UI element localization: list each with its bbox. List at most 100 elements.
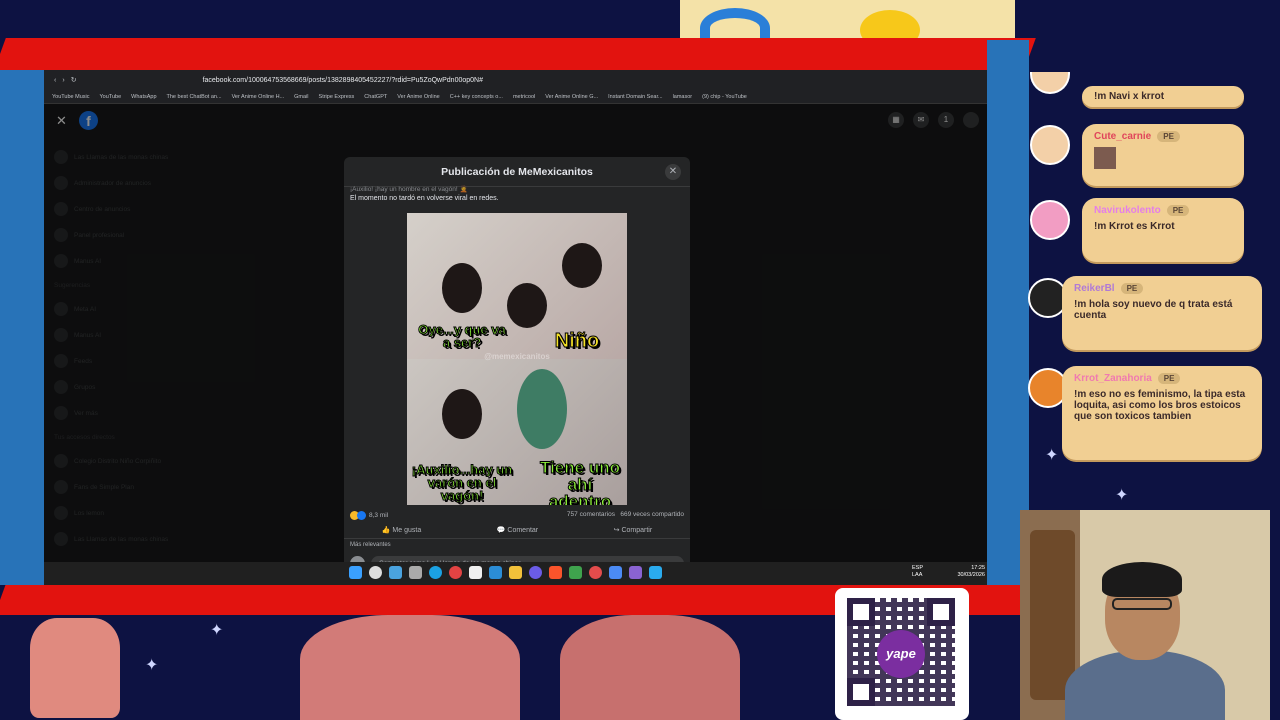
app-icon[interactable] [389,566,402,579]
meme-figure [442,389,482,439]
like-reaction-icon [357,511,366,520]
chat-avatar [1030,72,1070,94]
windows-taskbar: ESP LAA 17:25 30/03/2026 [44,562,987,585]
obs-icon[interactable] [589,566,602,579]
bookmark-item[interactable]: Ver Anime Online G... [545,94,598,100]
bookmark-item[interactable]: (9) chip - YouTube [702,94,747,100]
chat-text: !m Navi x krrot [1082,86,1244,107]
comment-button[interactable]: 💬 Comentar [497,526,538,534]
star-icon: ✦ [1115,487,1129,504]
bookmark-item[interactable]: Instant Domain Sear... [608,94,662,100]
vscode-icon[interactable] [489,566,502,579]
post-text-cut: ¡Auxilio! ¡hay un hombre en el vagón! 🤦 [350,186,468,193]
bookmark-item[interactable]: Stripe Express [319,94,355,100]
background-art [300,615,520,720]
qr-finder [927,598,955,626]
post-modal: Publicación de MeMexicanitos ✕ ¡Auxilio!… [344,157,690,585]
overlay-frame-left [0,70,44,585]
bookmark-item[interactable]: C++ key concepts o... [450,94,503,100]
bookmark-item[interactable]: lamasor [673,94,693,100]
meme-caption: ¡Auxilio...hay un varón en el vagón! [411,462,513,503]
streamer [1065,650,1225,720]
chat-username: Navirukolento PE [1094,205,1232,216]
reload-icon[interactable]: ↻ [71,76,77,84]
qr-finder [847,598,875,626]
url-bar[interactable]: facebook.com/100064753568669/posts/13828… [203,77,483,84]
post-description: El momento no tardó en volverse viral en… [350,195,499,202]
file-icon[interactable] [469,566,482,579]
chat-avatar [1030,200,1070,240]
comment-count[interactable]: 757 comentarios [567,511,615,518]
search-icon[interactable] [369,566,382,579]
star-icon: ✦ [1045,447,1059,464]
forward-icon[interactable]: › [62,77,64,84]
captured-screen: ‹ › ↻ facebook.com/100064753568669/posts… [44,70,987,585]
bookmark-item[interactable]: Ver Anime Online [397,94,440,100]
language-indicator[interactable]: ESP LAA [912,565,923,579]
meme-figure [442,263,482,313]
chat-message: !m Navi x krrot [1082,86,1244,107]
bookmark-item[interactable]: WhatsApp [131,94,156,100]
chat-username: Krrot_Zanahoria PE [1074,373,1250,384]
meme-caption: Tiene uno ahí adentro [540,458,621,506]
close-modal-button[interactable]: ✕ [665,164,681,180]
start-icon[interactable] [349,566,362,579]
brave-icon[interactable] [549,566,562,579]
bookmark-item[interactable]: Ver Anime Online H... [232,94,285,100]
chat-message: Cute_carnie PE [1082,124,1244,186]
chat-badge: PE [1157,373,1181,384]
modal-title: Publicación de MeMexicanitos [344,157,690,187]
overlay-stripe-top [0,38,1036,70]
meme-panel-bottom: ¡Auxilio...hay un varón en el vagón! Tie… [407,359,627,505]
chat-username: Cute_carnie PE [1094,131,1232,142]
meme-image[interactable]: Oye...y que va a ser? Niño ¡Auxilio...ha… [407,213,627,505]
meme-figure [507,283,547,328]
bookmark-item[interactable]: ChatGPT [364,94,387,100]
like-button[interactable]: 👍 Me gusta [382,526,421,534]
post-stats: 757 comentarios 669 veces compartido [567,511,684,518]
qr-finder [847,678,875,706]
meme-figure [562,243,602,288]
telegram-icon[interactable] [649,566,662,579]
background-art [560,615,740,720]
app-icon[interactable] [629,566,642,579]
emote-icon [1094,147,1116,169]
bookmark-item[interactable]: YouTube Music [52,94,90,100]
bookmark-item[interactable]: YouTube [100,94,122,100]
folder-icon[interactable] [509,566,522,579]
edge-icon[interactable] [429,566,442,579]
star-icon: ✦ [210,622,224,639]
meme-caption: Oye...y que va a ser? [418,322,506,350]
clock[interactable]: 17:25 30/03/2026 [957,565,985,579]
overlay-frame-right [987,40,1029,585]
chat-message: Navirukolento PE !m Krrot es Krrot [1082,198,1244,262]
app-icon[interactable] [569,566,582,579]
comment-sort-dropdown[interactable]: Más relevantes [350,542,391,548]
meme-caption: Niño [554,330,600,352]
app-icon[interactable] [609,566,622,579]
bookmark-item[interactable]: metricool [513,94,535,100]
reactions-summary[interactable]: 8,3 mil [350,511,388,520]
bookmark-item[interactable]: The best ChatBot an... [167,94,222,100]
chat-username: ReikerBl PE [1074,283,1250,294]
bookmarks-bar: YouTube Music YouTube WhatsApp The best … [44,90,987,104]
bookmark-item[interactable]: Gmail [294,94,308,100]
facebook-page: ✕ f ▦ ✉ 1 Las Llamas de las monas chinas… [44,104,987,585]
app-icon[interactable] [409,566,422,579]
chat-message: ReikerBl PE !m hola soy nuevo de q trata … [1062,276,1262,350]
pixel-character-art [30,618,120,718]
star-icon: ✦ [145,657,159,674]
yape-logo: yape [877,630,925,678]
share-count[interactable]: 669 veces compartido [620,511,684,518]
chat-badge: PE [1157,131,1180,142]
share-button[interactable]: ↪ Compartir [614,526,653,534]
meme-watermark: @memexicanitos [484,352,550,361]
browser-toolbar: ‹ › ↻ facebook.com/100064753568669/posts… [44,70,987,90]
chat-text: !m eso no es feminismo, la tipa esta loq… [1074,389,1246,422]
chat-message: Krrot_Zanahoria PE !m eso no es feminismo… [1062,366,1262,460]
meme-panel-top: Oye...y que va a ser? Niño [407,213,627,359]
chat-badge: PE [1120,283,1144,294]
discord-icon[interactable] [529,566,542,579]
back-icon[interactable]: ‹ [54,77,56,84]
app-icon[interactable] [449,566,462,579]
